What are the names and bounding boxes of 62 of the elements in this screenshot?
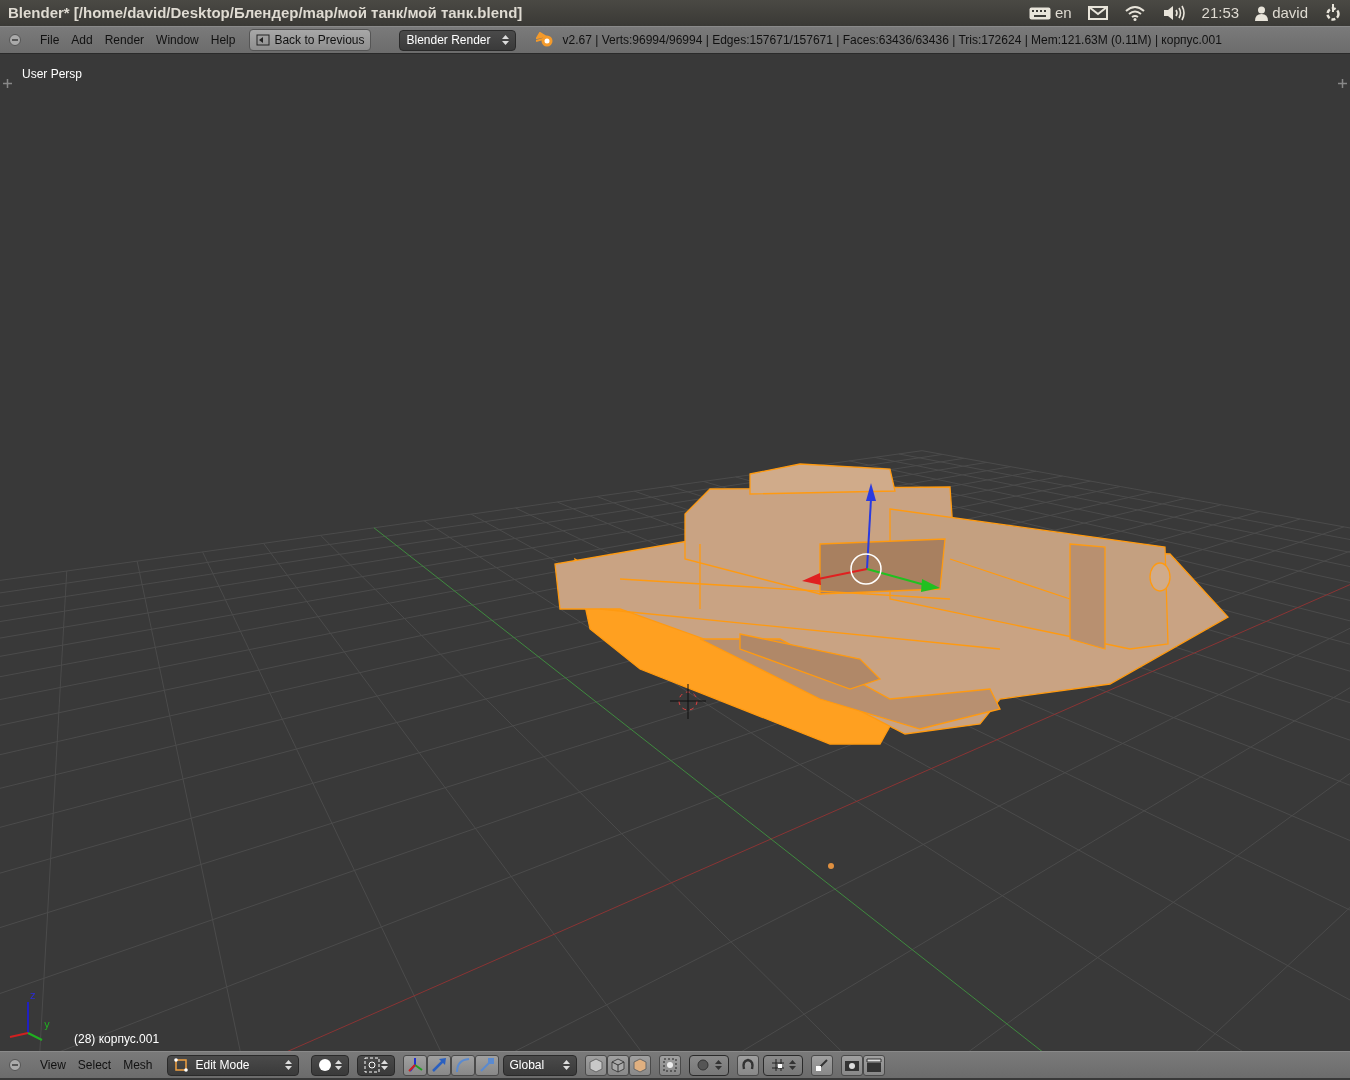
magnet-snap-icon[interactable] — [736, 1054, 759, 1076]
orientation-dropdown[interactable]: Global — [502, 1054, 577, 1076]
mode-dropdown[interactable]: Edit Mode — [166, 1054, 299, 1076]
snap-target-icon[interactable] — [810, 1054, 833, 1076]
snap-element-dropdown[interactable] — [762, 1054, 803, 1076]
render-engine-dropdown[interactable]: Blender Render — [399, 29, 517, 51]
scale-handle-icon[interactable] — [474, 1054, 499, 1076]
proportional-edit-dropdown[interactable] — [688, 1054, 729, 1076]
circle-icon — [695, 1058, 710, 1072]
face-select-icon[interactable] — [628, 1054, 651, 1076]
shading-dropdown[interactable] — [310, 1054, 349, 1076]
user-name[interactable]: david — [1272, 1, 1308, 25]
up-down-arrows-icon — [562, 1059, 570, 1071]
up-down-arrows-icon — [714, 1059, 722, 1071]
menu-item[interactable]: File — [34, 31, 66, 49]
clapperboard-icon[interactable] — [862, 1054, 885, 1076]
up-down-arrows-icon — [334, 1059, 342, 1071]
mesh-cube-icon — [173, 1058, 188, 1072]
up-down-arrows-icon — [502, 34, 510, 46]
axis-label: y — [44, 1019, 50, 1030]
grid-snap-icon — [769, 1057, 786, 1073]
panel-toggle-icon[interactable] — [1338, 79, 1347, 88]
menu-item[interactable]: Window — [150, 31, 205, 49]
object-info: (28) корпус.001 — [74, 1031, 160, 1048]
up-down-arrows-icon — [380, 1059, 388, 1071]
blender-logo-icon — [536, 32, 555, 48]
axis-orientation-widget — [9, 1001, 43, 1041]
view-label: User Persp — [22, 66, 83, 83]
window-title: Blender* [/home/david/Desktop/Блендер/map/мой танк/мой танк.blend] — [8, 2, 523, 23]
keyboard-icon[interactable] — [1028, 6, 1051, 20]
panel-toggle-icon[interactable] — [3, 79, 12, 88]
up-down-arrows-icon — [788, 1059, 796, 1071]
scene-statistics: v2.67 | Verts:96994/96994 | Edges:157671/157671 | Faces:63436/63436 | Tris:172624 | Mem:121.63M (0.11M) | корпус.001 — [562, 32, 1222, 49]
edge-select-icon[interactable] — [606, 1054, 629, 1076]
keyboard-layout-indicator[interactable]: en — [1054, 1, 1072, 25]
menu-item[interactable]: Add — [65, 31, 99, 49]
menu-item[interactable]: View — [34, 1056, 72, 1074]
power-settings-icon[interactable] — [1324, 4, 1342, 22]
axis-label: z — [30, 990, 36, 1001]
origin-dot — [828, 863, 834, 869]
dashed-square-icon — [363, 1057, 380, 1073]
manipulator-toggle-icon[interactable] — [402, 1054, 427, 1076]
wifi-icon[interactable] — [1123, 5, 1146, 21]
volume-icon[interactable] — [1161, 4, 1186, 22]
menu-item[interactable]: Help — [204, 31, 242, 49]
collapse-menu-icon[interactable] — [8, 1058, 22, 1072]
sphere-icon — [317, 1058, 332, 1072]
user-icon[interactable] — [1255, 5, 1269, 21]
rotate-arc-icon[interactable] — [450, 1054, 475, 1076]
menu-item[interactable]: Select — [71, 1056, 118, 1074]
menu-item[interactable]: Mesh — [117, 1056, 159, 1074]
collapse-menu-icon[interactable] — [8, 33, 22, 47]
menu-item[interactable]: Render — [98, 31, 151, 49]
back-to-previous-button[interactable]: Back to Previous — [249, 29, 372, 51]
pivot-dropdown[interactable] — [356, 1054, 395, 1076]
mail-icon[interactable] — [1087, 6, 1108, 20]
vertex-select-icon[interactable] — [584, 1054, 607, 1076]
render-camera-icon[interactable] — [840, 1054, 863, 1076]
up-down-arrows-icon — [284, 1059, 292, 1071]
occlude-geometry-icon[interactable] — [658, 1054, 681, 1076]
3d-cursor-icon — [669, 683, 707, 720]
clock[interactable]: 21:53 — [1201, 1, 1240, 25]
